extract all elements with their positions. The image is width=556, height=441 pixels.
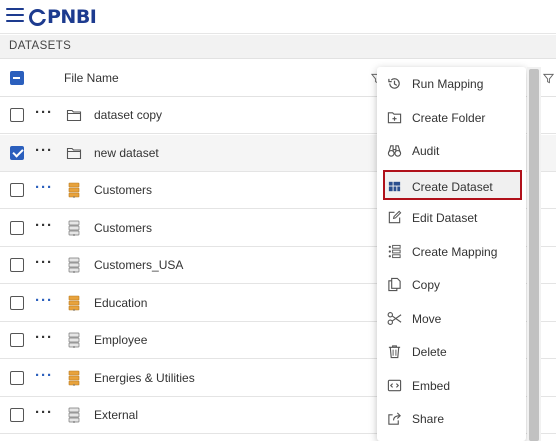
dataset-gray-icon <box>66 332 82 348</box>
top-bar: PNBI <box>0 0 556 34</box>
dataset-orange-icon <box>66 295 82 311</box>
menu-item-create-mapping[interactable]: Create Mapping <box>377 235 526 268</box>
embed-icon <box>387 378 402 393</box>
menu-item-label: Audit <box>412 144 440 158</box>
section-header: DATASETS <box>0 35 556 59</box>
row-file-name[interactable]: Education <box>94 296 147 310</box>
menu-item-label: Delete <box>412 345 447 359</box>
menu-item-delete[interactable]: Delete <box>377 335 526 368</box>
row-file-name[interactable]: dataset copy <box>94 108 162 122</box>
folder-plus-icon <box>387 110 402 125</box>
menu-item-label: Move <box>412 311 442 326</box>
row-file-name[interactable]: Customers_USA <box>94 258 183 272</box>
row-actions-icon[interactable]: ··· <box>35 293 53 308</box>
filter-icon[interactable] <box>543 73 554 84</box>
history-icon <box>387 76 402 91</box>
row-checkbox[interactable] <box>10 258 24 272</box>
copy-icon <box>387 277 402 292</box>
menu-item-move[interactable]: Move <box>377 302 526 335</box>
row-actions-icon[interactable]: ··· <box>35 405 53 420</box>
share-icon <box>387 411 402 426</box>
menu-item-create-dataset[interactable]: Create Dataset <box>383 169 522 200</box>
row-actions-icon[interactable]: ··· <box>35 180 53 195</box>
menu-item-share[interactable]: Share <box>377 402 526 435</box>
edit-icon <box>387 210 402 225</box>
row-file-name[interactable]: new dataset <box>94 146 159 160</box>
context-menu: Run Mapping Create Folder Audit Create Data… <box>377 67 526 441</box>
app-logo[interactable]: PNBI <box>29 4 97 30</box>
binoculars-icon <box>387 143 402 158</box>
menu-item-label: Copy <box>412 278 441 292</box>
row-checkbox[interactable] <box>10 333 24 347</box>
row-file-name[interactable]: External <box>94 408 138 422</box>
menu-item-label: Edit Dataset <box>412 211 478 225</box>
menu-item-label: Create Mapping <box>412 244 498 259</box>
row-checkbox[interactable] <box>10 408 24 422</box>
logo-o-icon <box>29 8 47 26</box>
row-actions-icon[interactable]: ··· <box>35 105 53 120</box>
row-actions-icon[interactable]: ··· <box>35 368 53 383</box>
row-file-name[interactable]: Energies & Utilities <box>94 371 195 385</box>
row-actions-icon[interactable]: ··· <box>35 143 53 158</box>
dataset-orange-icon <box>66 370 82 386</box>
hamburger-menu-icon[interactable] <box>6 8 24 24</box>
row-actions-icon[interactable]: ··· <box>35 218 53 233</box>
menu-item-label: Share <box>412 412 445 426</box>
menu-item-label: Create Dataset <box>412 179 493 194</box>
row-actions-icon[interactable]: ··· <box>35 255 53 270</box>
scrollbar-thumb[interactable] <box>529 69 539 441</box>
logo-text: PNBI <box>47 6 97 28</box>
row-checkbox[interactable] <box>10 183 24 197</box>
menu-item-run-mapping[interactable]: Run Mapping <box>377 67 526 100</box>
row-checkbox[interactable] <box>10 220 24 235</box>
section-title: DATASETS <box>9 40 72 52</box>
menu-item-create-folder[interactable]: Create Folder <box>377 101 526 134</box>
menu-item-label: Create Folder <box>412 110 486 125</box>
dataset-orange-icon <box>66 182 82 198</box>
row-file-name[interactable]: Customers <box>94 221 152 235</box>
row-checkbox[interactable] <box>10 295 24 310</box>
menu-item-embed[interactable]: Embed <box>377 369 526 402</box>
table-icon <box>387 179 402 194</box>
mapping-icon <box>387 244 402 259</box>
menu-item-label: Run Mapping <box>412 77 484 91</box>
column-header-file-name[interactable]: File Name <box>64 71 119 85</box>
menu-item-audit[interactable]: Audit <box>377 134 526 167</box>
row-checkbox[interactable] <box>10 108 24 122</box>
dataset-gray-icon <box>66 407 82 423</box>
trash-icon <box>387 344 402 359</box>
scissors-icon <box>387 311 402 326</box>
folder-icon <box>66 145 82 161</box>
menu-item-edit-dataset[interactable]: Edit Dataset <box>377 201 526 234</box>
row-actions-icon[interactable]: ··· <box>35 330 53 345</box>
row-checkbox[interactable] <box>10 370 24 385</box>
folder-icon <box>66 107 82 123</box>
menu-item-label: Embed <box>412 378 451 393</box>
menu-item-copy[interactable]: Copy <box>377 268 526 301</box>
row-file-name[interactable]: Customers <box>94 183 152 197</box>
row-checkbox[interactable] <box>10 145 24 160</box>
dataset-gray-icon <box>66 257 82 273</box>
select-all-checkbox[interactable] <box>10 71 24 85</box>
row-file-name[interactable]: Employee <box>94 333 147 347</box>
dataset-gray-icon <box>66 220 82 236</box>
